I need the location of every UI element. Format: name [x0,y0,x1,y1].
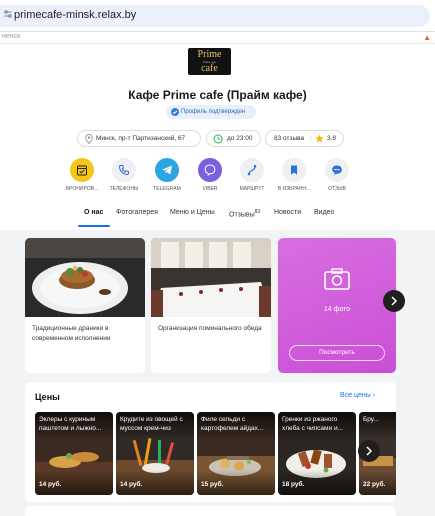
price-item-name: Эклеры с куриным паштетом и лыжно... [39,416,102,432]
favorites-action[interactable]: В ИЗБРАНН... [271,158,317,192]
page-title: Кафе Prime cafe (Прайм кафе) [128,88,307,102]
card-caption: Организация поминального обеда [158,325,262,332]
star-icon [315,134,324,143]
phones-label: ТЕЛЕФОНЫ [109,186,139,192]
location-pin-icon [85,134,93,144]
viber-icon[interactable] [198,158,222,182]
price-item-value: 18 руб. [282,481,305,488]
comment-icon[interactable] [325,158,349,182]
prices-next-button[interactable] [358,440,380,462]
all-prices-link[interactable]: Все цены › [340,392,375,399]
price-item[interactable]: Крудите из овощей с муссом крем-чиз 14 р… [116,412,194,495]
photo-count: 14 фото [323,306,351,313]
telegram-action[interactable]: TELEGRAM [144,158,190,192]
tab-gallery[interactable]: Фотогалерея [116,209,158,216]
card-caption: Традиционные драники в современном испол… [32,325,111,342]
all-prices-text: Все цены [340,392,371,399]
booking-icon[interactable] [70,158,94,182]
price-item[interactable]: Филе сельди с картофелем айдах... 15 руб… [197,412,275,495]
content-card[interactable]: Организация поминального обеда [151,238,271,373]
carousel-next-button[interactable] [383,290,405,312]
reviews-chip[interactable]: 83 отзыва | 3.8 [265,130,344,147]
price-item-value: 14 руб. [120,481,143,488]
favorites-label: В ИЗБРАНН... [277,186,311,192]
tab-reviews-count: 83 [254,209,261,215]
active-tab-indicator [78,225,110,227]
strip-text: ненск [2,33,21,40]
telegram-label: TELEGRAM [153,186,181,192]
verified-text: Профиль подтвержден [181,109,246,115]
next-section [25,506,396,516]
url-text[interactable]: primecafe-minsk.relax.by [14,9,136,21]
hours-chip[interactable]: до 23:00 [206,130,261,147]
banquet-hall-photo [151,238,271,317]
camera-icon [324,268,350,290]
tab-bar: О нас Фотогалерея Меню и Цены Отзывы83 Н… [0,206,435,230]
price-item-name: Крудите из овощей с муссом крем-чиз [120,416,183,432]
bookmark-icon[interactable] [282,158,306,182]
route-action[interactable]: МАРШРУТ [229,158,275,192]
price-item-name: Гренки из ржаного хлеба с чипсами и... [282,416,343,432]
prices-section: Цены Все цены › Эклеры с куриным паштето… [25,382,396,502]
hours-text: до 23:00 [227,135,253,142]
view-photos-button[interactable]: Посмотреть [289,345,385,361]
phones-action[interactable]: ТЕЛЕФОНЫ [101,158,147,192]
price-item[interactable]: Гренки из ржаного хлеба с чипсами и... 1… [278,412,356,495]
chevron-right-icon [366,446,373,456]
price-item-value: 15 руб. [201,481,224,488]
tab-news[interactable]: Новости [274,209,301,216]
warning-icon[interactable]: ▲ [423,33,431,42]
booking-label: БРОНИРОВ... [65,186,99,192]
address-chip[interactable]: Минск, пр-т Партизанский, 67 [77,130,201,147]
price-item-value: 22 руб. [363,481,386,488]
tab-reviews[interactable]: Отзывы83 [229,209,260,218]
verified-badge: Профиль подтвержден [166,105,256,119]
phone-icon[interactable] [112,158,136,182]
reviews-count-text: 83 отзыва [274,135,305,142]
top-strip: ненск ▲ [0,32,435,44]
draniki-photo [25,238,145,317]
telegram-icon[interactable] [155,158,179,182]
prices-heading: Цены [35,392,60,402]
price-item-name: Филе сельди с картофелем айдах... [201,416,264,432]
venue-header: Prime Prime cafe cafe Кафе Prime cafe (П… [0,44,435,230]
chevron-right-icon: › [372,392,376,399]
viber-action[interactable]: VIBER [187,158,233,192]
tab-menu[interactable]: Меню и Цены [170,209,215,216]
verified-check-icon [171,108,179,116]
booking-action[interactable]: БРОНИРОВ... [59,158,105,192]
chip-divider: | [310,135,312,142]
address-text: Минск, пр-т Партизанский, 67 [96,135,186,142]
rating-value: 3.8 [327,135,337,142]
content-card[interactable]: Традиционные драники в современном испол… [25,238,145,373]
site-info-icon[interactable] [4,10,12,18]
price-item-value: 14 руб. [39,481,62,488]
logo-line-1: Prime [197,49,222,60]
tab-about[interactable]: О нас [84,209,103,216]
price-item-name: Бру... [363,416,379,423]
chevron-right-icon [391,296,398,306]
venue-logo: Prime Prime cafe cafe [188,48,231,75]
clock-icon [213,134,223,144]
price-item[interactable]: Эклеры с куриным паштетом и лыжно... 14 … [35,412,113,495]
route-label: МАРШРУТ [239,186,265,192]
photo-gallery-tile[interactable]: 14 фото Посмотреть [278,238,396,373]
browser-url-bar: primecafe-minsk.relax.by [0,0,435,32]
tab-video[interactable]: Видео [314,209,334,216]
review-action[interactable]: ОТЗЫВ [314,158,360,192]
logo-line-3: cafe [201,63,218,74]
review-label: ОТЗЫВ [328,186,346,192]
viber-label: VIBER [202,186,218,192]
route-icon[interactable] [240,158,264,182]
tab-reviews-label: Отзывы [229,211,255,219]
